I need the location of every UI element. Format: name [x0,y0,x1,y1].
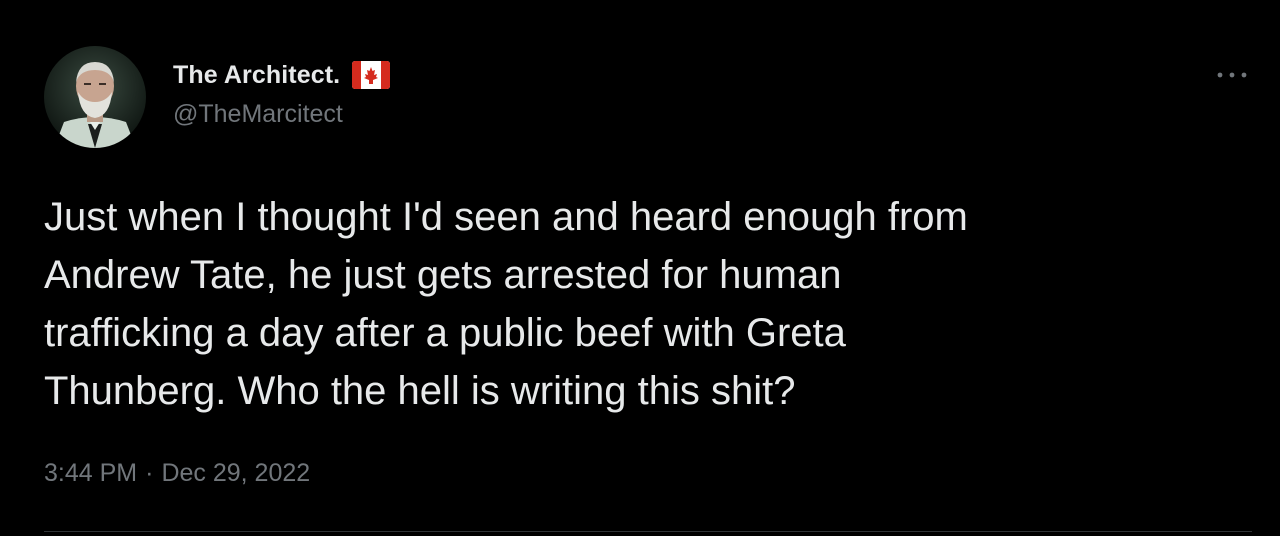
more-options-button[interactable] [1208,60,1256,90]
divider [44,531,1252,532]
display-name[interactable]: The Architect. [173,61,340,90]
author-handle[interactable]: @TheMarcitect [173,100,343,129]
tweet-time[interactable]: 3:44 PM [44,459,137,488]
avatar[interactable] [44,46,146,148]
tweet-card: The Architect. @TheMarcitect Just when I… [0,0,1280,536]
meta-separator: · [145,459,154,487]
avatar-image [44,46,146,148]
tweet-timestamp[interactable]: 3:44 PM · Dec 29, 2022 [44,459,310,488]
canada-flag-icon [352,61,391,89]
author-row: The Architect. [173,58,391,92]
tweet-text: Just when I thought I'd seen and heard e… [44,195,968,413]
tweet-date[interactable]: Dec 29, 2022 [161,459,310,488]
more-options-icon [1217,72,1247,78]
